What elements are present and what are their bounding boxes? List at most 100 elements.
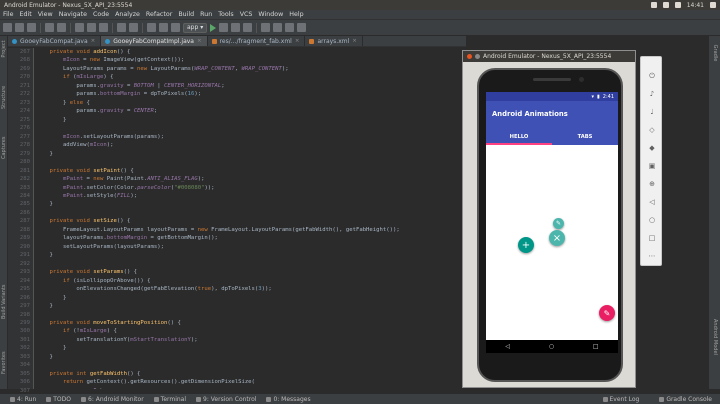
device-screen[interactable]: ▾ ▮ 2:41 Android Animations HELLO TABS ✎… [486,92,618,353]
tool-captures[interactable]: Captures [1,137,7,160]
settings-icon[interactable] [710,2,716,8]
editor-tab[interactable]: res/.../fragment_fab.xml × [208,36,306,46]
code-line[interactable] [36,260,462,268]
fab-close-button[interactable]: × [549,230,565,246]
menu-help[interactable]: Help [289,11,303,18]
code-line[interactable] [36,124,462,132]
power-icon[interactable]: ⏻ [647,71,657,81]
code-line[interactable]: } [36,116,462,124]
code-line[interactable]: } [36,294,462,302]
code-line[interactable] [36,158,462,166]
sdk-manager-icon[interactable] [273,23,283,32]
code-line[interactable]: } [36,344,462,352]
zoom-icon[interactable]: ⊕ [647,179,657,189]
debug-icon[interactable] [219,23,229,32]
volume-down-icon[interactable]: ♩ [647,107,657,117]
code-line[interactable]: mIcon.setLayoutParams(params); [36,133,462,141]
code-line[interactable]: private void setPaint() { [36,167,462,175]
code-line[interactable]: } [36,353,462,361]
tool-gradle-console[interactable]: Gradle Console [659,396,712,403]
rotate-left-icon[interactable]: ◇ [647,125,657,135]
code-line[interactable]: private void addIcon() { [36,48,462,56]
replace-icon[interactable] [129,23,138,32]
code-line[interactable]: } [36,150,462,158]
menu-refactor[interactable]: Refactor [146,11,172,18]
code-line[interactable]: params.gravity = BOTTOM | CENTER_HORIZON… [36,82,462,90]
camera-icon[interactable]: ▣ [647,161,657,171]
tool-event-log[interactable]: Event Log [602,396,639,403]
avd-manager-icon[interactable] [261,23,271,32]
menu-run[interactable]: Run [200,11,212,18]
fab-edit-button[interactable]: ✎ [599,305,615,321]
code-line[interactable]: setTranslationY(mStartTranslationY); [36,336,462,344]
paste-icon[interactable] [99,23,108,32]
code-line[interactable]: } [36,302,462,310]
tool-gradle[interactable]: Gradle [712,43,718,63]
code-line[interactable]: layoutParams.bottomMargin = getBottomMar… [36,234,462,242]
tool-messages[interactable]: 0: Messages [266,396,311,403]
code-line[interactable]: mPaint.setColor(Color.parseColor("#00808… [36,184,462,192]
close-icon[interactable] [467,54,472,59]
code-line[interactable]: mIcon = new ImageView(getContext()); [36,56,462,64]
code-line[interactable]: } [36,251,462,259]
tool-build-variants[interactable]: Build Variants [1,285,7,319]
menu-tools[interactable]: Tools [218,11,234,18]
volume-up-icon[interactable]: ♪ [647,89,657,99]
undo-icon[interactable] [45,23,54,32]
clock[interactable]: 14:41 [687,2,704,9]
help-icon[interactable] [297,23,307,32]
code-line[interactable]: private int getFabWidth() { [36,370,462,378]
home-icon[interactable]: ○ [647,215,657,225]
menu-analyze[interactable]: Analyze [115,11,140,18]
battery-icon[interactable] [674,2,681,8]
run-config-select[interactable]: app ▾ [183,22,208,33]
code-line[interactable]: params.gravity = CENTER; [36,107,462,115]
cut-icon[interactable] [75,23,84,32]
tool-version-control[interactable]: 9: Version Control [196,396,256,403]
code-line[interactable]: } [36,200,462,208]
tool-run[interactable]: 4: Run [10,396,36,403]
menu-view[interactable]: View [38,11,53,18]
code-line[interactable]: } else { [36,99,462,107]
volume-icon[interactable] [662,2,669,8]
back-icon[interactable]: ◁ [647,197,657,207]
code-line[interactable] [36,209,462,217]
code-line[interactable]: params.bottomMargin = dpToPixels(16); [36,90,462,98]
code-line[interactable]: onElevationsChanged(getFabElevation(true… [36,285,462,293]
recents-icon[interactable]: □ [593,343,599,350]
save-icon[interactable] [15,23,24,32]
find-icon[interactable] [117,23,126,32]
code-line[interactable]: mPaint = new Paint(Paint.ANTI_ALIAS_FLAG… [36,175,462,183]
tab-tabs[interactable]: TABS [552,131,618,145]
code-line[interactable]: FrameLayout.LayoutParams layoutParams = … [36,226,462,234]
fab-add-button[interactable]: + [518,237,534,253]
tab-close-icon[interactable]: × [352,38,357,44]
run-icon[interactable] [210,23,217,32]
code-line[interactable] [36,361,462,369]
make-project-icon[interactable] [171,23,180,32]
rotate-right-icon[interactable]: ◆ [647,143,657,153]
minimize-icon[interactable] [475,54,480,59]
back-icon[interactable]: ◁ [505,343,510,350]
code-line[interactable]: return getContext().getResources().getDi… [36,378,462,386]
forward-nav-icon[interactable] [159,23,168,32]
code-line[interactable]: mPaint.setStyle(FILL); [36,192,462,200]
home-icon[interactable]: ○ [549,343,554,350]
tool-favorites[interactable]: Favorites [1,351,7,374]
code-line[interactable]: private void setParams() { [36,268,462,276]
menu-vcs[interactable]: VCS [240,11,253,18]
code-line[interactable]: addView(mIcon); [36,141,462,149]
menu-file[interactable]: File [3,11,14,18]
code-line[interactable]: if (mIsLarge) { [36,73,462,81]
small-fab-image-icon[interactable]: ✎ [553,218,564,229]
more-icon[interactable]: ⋯ [647,251,657,261]
code-line[interactable]: if (!mIsLarge) { [36,327,462,335]
redo-icon[interactable] [57,23,66,32]
tool-project[interactable]: Project [1,39,7,59]
copy-icon[interactable] [87,23,96,32]
tool-android-model[interactable]: Android Model [712,319,718,355]
editor-tab[interactable]: GooeyFabCompatImpl.java × [101,36,208,46]
editor-tab[interactable]: GooeyFabCompat.java × [8,36,102,46]
stop-icon[interactable] [243,23,253,32]
menu-edit[interactable]: Edit [20,11,32,18]
